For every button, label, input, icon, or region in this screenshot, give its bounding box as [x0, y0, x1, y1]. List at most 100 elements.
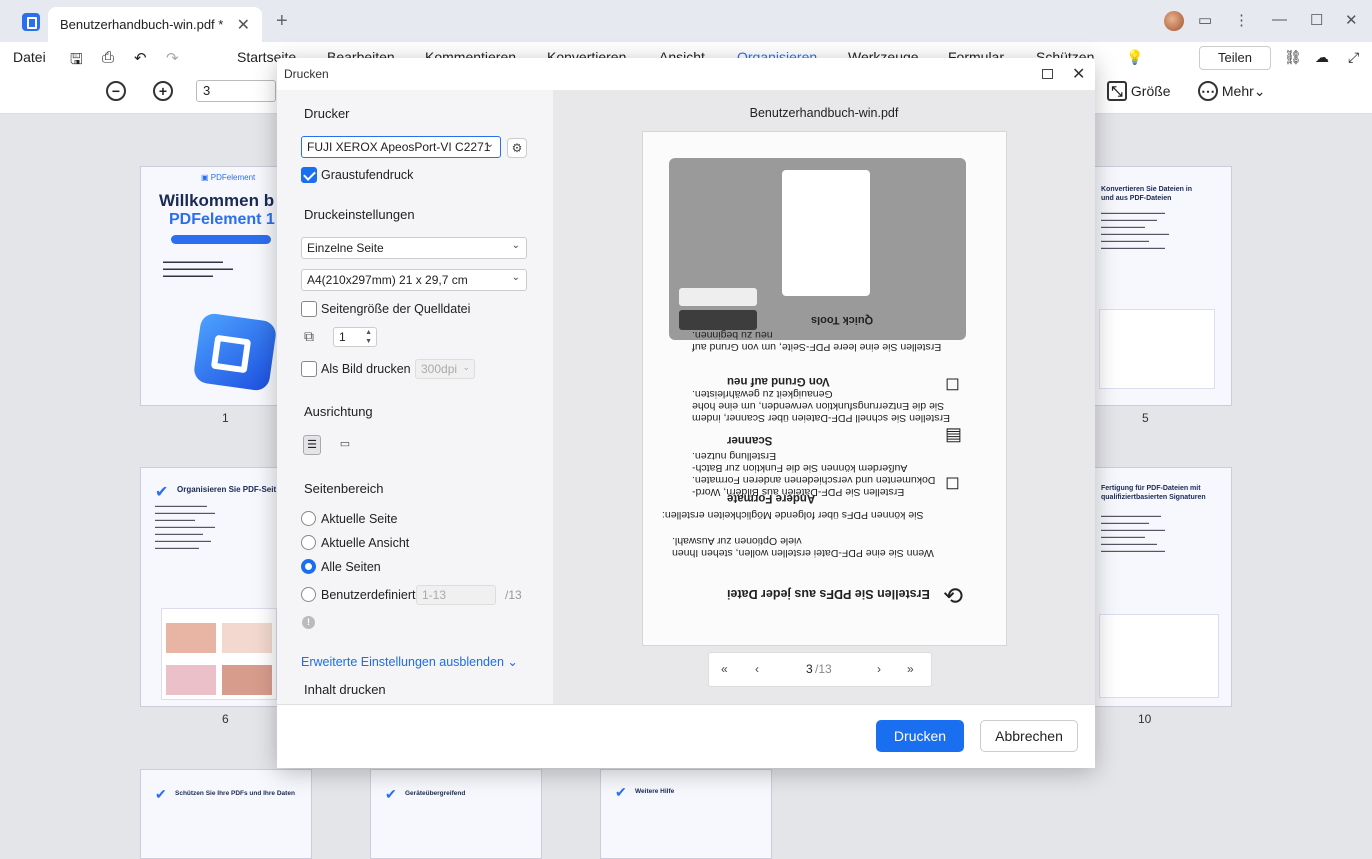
paper-size-select[interactable]: A4(210x297mm) 21 x 29,7 cm ⌄ — [301, 269, 527, 291]
preview-filename: Benutzerhandbuch-win.pdf — [749, 106, 899, 120]
thumb10-body: ▬▬▬▬▬▬▬▬▬▬▬▬▬▬▬ ▬▬▬▬▬▬▬▬▬▬▬▬ ▬▬▬▬▬▬▬▬▬▬▬▬▬… — [1101, 513, 1165, 553]
undo-icon[interactable]: ↶ — [134, 49, 147, 67]
f1-text: Erstellen Sie PDF-Dateien aus Bildern, W… — [692, 450, 936, 498]
zoom-out-icon[interactable]: − — [106, 81, 126, 101]
dialog-title: Drucken — [284, 67, 329, 81]
kebab-menu-icon[interactable]: ⋮ — [1234, 11, 1249, 29]
preview-pager: « ‹ 3 /13 › » — [708, 652, 932, 687]
print-content-heading: Inhalt drucken — [304, 682, 386, 697]
preview-page: Quick Tools Erstellen Sie eine leere PDF… — [642, 131, 1007, 646]
print-settings-heading: Druckeinstellungen — [304, 207, 415, 222]
printer-settings-gear-icon[interactable]: ⚙ — [507, 138, 527, 158]
first-page-icon[interactable]: « — [721, 662, 728, 676]
advanced-settings-label: Erweiterte Einstellungen ausblenden — [301, 655, 504, 669]
thumb12-title: Geräteübergreifend — [405, 790, 466, 797]
page-thumbnail-5[interactable]: Konvertieren Sie Dateien in und aus PDF-… — [1094, 166, 1232, 406]
dpi-select[interactable]: 300dpi ⌄ — [415, 359, 475, 379]
grayscale-checkbox[interactable] — [301, 167, 317, 183]
copies-value: 1 — [339, 330, 346, 344]
dialog-maximize-icon[interactable] — [1042, 69, 1053, 79]
upload-cloud-icon[interactable]: ☁ — [1315, 49, 1329, 66]
copies-stepper[interactable]: 1 ▲ ▼ — [333, 327, 377, 347]
app-logo-icon — [22, 13, 40, 31]
save-icon[interactable]: 🖫 — [70, 49, 83, 74]
page-thumbnail-1[interactable]: ▣ PDFelement Willkommen b PDFelement 1 ▬… — [140, 166, 278, 406]
thumb-image — [166, 665, 216, 695]
radio-current-view[interactable] — [301, 535, 316, 550]
prev-page-icon[interactable]: ‹ — [755, 662, 759, 676]
more-button[interactable]: ⋯ Mehr⌄ — [1198, 81, 1266, 101]
preview-screenshot: Quick Tools — [669, 158, 966, 340]
thumbnail-number: 5 — [1142, 411, 1149, 425]
check-icon: ✔ — [155, 786, 167, 802]
cancel-button[interactable]: Abbrechen — [980, 720, 1078, 752]
thumb13-title: Weitere Hilfe — [635, 788, 675, 795]
menu-file[interactable]: Datei — [13, 49, 46, 65]
custom-range-input[interactable]: 1-13 — [416, 585, 496, 605]
page-thumbnail-10[interactable]: Fertigung für PDF-Dateien mit qualifizie… — [1094, 467, 1232, 707]
expand-icon[interactable]: ⤢ — [1348, 49, 1359, 66]
chevron-down-icon: ⌄ — [485, 139, 494, 150]
thumb10-screenshot — [1099, 614, 1219, 698]
advanced-settings-link[interactable]: Erweiterte Einstellungen ausblenden ⌄ — [301, 654, 518, 669]
radio-current-page[interactable] — [301, 511, 316, 526]
copies-icon: ⧉ — [304, 328, 314, 344]
paper-size-value: A4(210x297mm) 21 x 29,7 cm — [307, 273, 468, 287]
org-chart-icon[interactable]: ⛓ — [1284, 49, 1302, 66]
preview-popup-menu — [782, 170, 870, 296]
print-preview-panel: Benutzerhandbuch-win.pdf Quick Tools Ers… — [553, 90, 1095, 704]
zoom-in-icon[interactable]: + — [153, 81, 173, 101]
current-page-label: Aktuelle Seite — [321, 512, 398, 526]
last-page-icon[interactable]: » — [907, 662, 914, 676]
pager-current-page[interactable]: 3 — [806, 662, 813, 676]
print-icon[interactable]: ⎙ — [102, 49, 114, 66]
landscape-orientation-icon[interactable]: ▭ — [335, 437, 355, 453]
welcome-body: ▬▬▬▬▬▬▬▬▬▬▬▬ ▬▬▬▬▬▬▬▬▬▬▬▬▬▬ ▬▬▬▬▬▬▬▬▬▬ — [163, 259, 233, 279]
dpi-value: 300dpi — [421, 362, 458, 376]
f2-text: Erstellen Sie schnell PDF-Dateien über S… — [692, 388, 950, 424]
dialog-footer: Drucken Abbrechen — [277, 704, 1095, 768]
intro-text: Wenn Sie eine PDF-Datei erstellen wollen… — [672, 535, 934, 559]
maximize-icon[interactable]: ☐ — [1310, 11, 1323, 29]
custom-range-total: /13 — [505, 588, 522, 602]
new-tab-icon[interactable]: + — [276, 10, 288, 33]
more-label: Mehr — [1221, 83, 1254, 99]
share-button[interactable]: Teilen — [1199, 46, 1271, 70]
f3-text: Erstellen Sie eine leere PDF-Seite, um v… — [692, 329, 942, 353]
minimize-icon[interactable]: — — [1272, 11, 1287, 28]
info-icon[interactable]: ! — [302, 616, 315, 629]
printer-select[interactable]: FUJI XEROX ApeosPort-VI C2271 ⌄ — [301, 136, 501, 158]
preview-heading: Erstellen Sie PDFs aus jeder Datei — [727, 587, 930, 601]
dialog-close-icon[interactable]: ✕ — [1072, 64, 1085, 84]
printer-heading: Drucker — [304, 106, 350, 121]
f2-title: Scanner — [727, 434, 773, 446]
size-button[interactable]: ⤡ Größe — [1107, 81, 1171, 101]
ai-bulb-icon[interactable]: 💡 — [1126, 49, 1143, 66]
thumb6-screenshot — [161, 608, 277, 700]
page-number-input[interactable]: 3 — [196, 80, 276, 102]
scanner-icon: ▤ — [945, 424, 963, 444]
size-label: Größe — [1130, 83, 1171, 99]
chevron-down-icon: ⌄ — [511, 240, 520, 251]
close-window-icon[interactable]: ✕ — [1345, 11, 1358, 29]
document-tab[interactable]: Benutzerhandbuch-win.pdf * ✕ — [48, 7, 262, 42]
page-mode-select[interactable]: Einzelne Seite ⌄ — [301, 237, 527, 259]
source-size-checkbox[interactable] — [301, 301, 317, 317]
f3-title: Von Grund auf neu — [727, 375, 830, 387]
tab-close-icon[interactable]: ✕ — [237, 15, 250, 35]
print-button[interactable]: Drucken — [876, 720, 964, 752]
stepper-arrows-icon[interactable]: ▲ ▼ — [365, 328, 372, 346]
radio-custom-range[interactable] — [301, 587, 316, 602]
print-settings-panel: Drucker FUJI XEROX ApeosPort-VI C2271 ⌄ … — [277, 90, 553, 704]
printer-value: FUJI XEROX ApeosPort-VI C2271 — [307, 140, 491, 154]
feedback-icon[interactable]: ▭ — [1198, 11, 1212, 29]
as-image-checkbox[interactable] — [301, 361, 317, 377]
page-thumbnail-6[interactable]: ✔ Organisieren Sie PDF-Seit ▬▬▬▬▬▬▬▬▬▬▬▬… — [140, 467, 278, 707]
all-pages-label: Alle Seiten — [321, 560, 381, 574]
radio-all-pages[interactable] — [301, 559, 316, 574]
avatar[interactable] — [1164, 11, 1184, 31]
portrait-orientation-icon[interactable]: ☰ — [303, 435, 321, 455]
preview-create-button — [679, 288, 757, 306]
redo-icon[interactable]: ↷ — [166, 49, 179, 67]
next-page-icon[interactable]: › — [877, 662, 881, 676]
